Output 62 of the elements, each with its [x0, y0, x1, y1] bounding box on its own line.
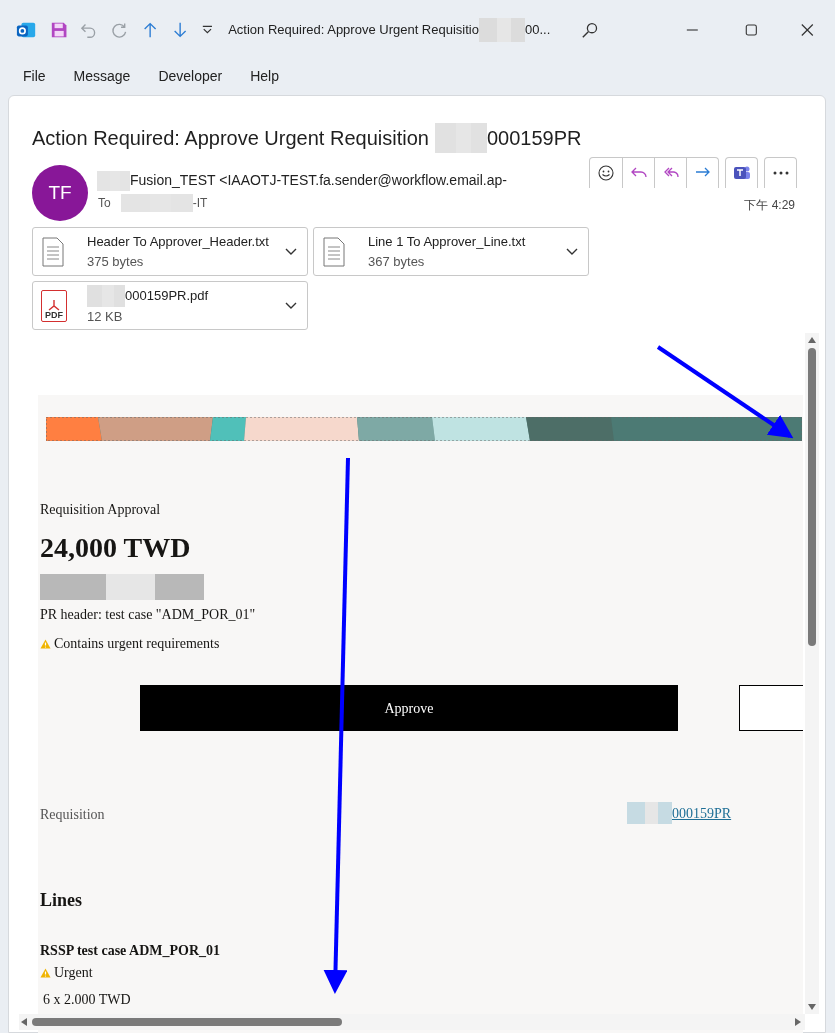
scrollbar-thumb[interactable]	[808, 348, 816, 646]
document-icon	[41, 236, 65, 267]
more-icon	[772, 171, 789, 175]
attachment-size: 375 bytes	[87, 252, 145, 271]
attachment-card[interactable]: Header To Approver_Header.txt 375 bytes	[32, 227, 308, 276]
approve-button[interactable]: Approve	[140, 685, 678, 731]
document-icon	[322, 236, 346, 267]
menu-item[interactable]: Help	[242, 64, 287, 89]
redacted-block	[97, 170, 130, 191]
message-subject: Action Required: Approve Urgent Requisition	[32, 126, 429, 151]
redacted-block	[87, 284, 125, 307]
menu-item[interactable]: Message	[65, 64, 139, 89]
to-label: To	[98, 195, 111, 212]
chevron-down-icon	[285, 301, 297, 310]
warning-text: Urgent	[54, 964, 93, 982]
scroll-right-icon[interactable]	[795, 1018, 801, 1026]
window-title: Action Required: Approve Urgent Requisitio	[228, 21, 479, 40]
message-time: 下午 4:29	[744, 197, 795, 214]
customize-dropdown-icon[interactable]	[201, 23, 215, 37]
attachment-name: Header To Approver_Header.txt	[87, 233, 269, 251]
redacted-block	[627, 802, 672, 824]
message-subject: 000159PR	[486, 126, 582, 151]
description-text: PR header: test case "ADM_POR_01"	[40, 606, 256, 624]
maximize-icon[interactable]	[743, 22, 759, 38]
pdf-label: PDF	[45, 310, 63, 320]
acrobat-icon	[47, 298, 61, 311]
teams-icon	[732, 164, 751, 182]
scroll-down-icon[interactable]	[808, 1004, 816, 1010]
horizontal-scrollbar[interactable]	[19, 1014, 805, 1030]
attachment-size: 367 bytes	[368, 252, 426, 271]
scrollbar-thumb[interactable]	[32, 1018, 342, 1026]
teams-button[interactable]	[725, 157, 758, 188]
vertical-scrollbar[interactable]	[805, 333, 819, 1014]
attachment-name: 000159PR.pdf	[125, 287, 209, 305]
menu-item[interactable]: Developer	[150, 64, 231, 89]
sender-avatar: TF	[32, 165, 88, 221]
secondary-button[interactable]	[739, 685, 803, 731]
chevron-down-icon	[566, 247, 578, 256]
requisition-label: Requisition	[40, 806, 105, 824]
scroll-up-icon[interactable]	[808, 337, 816, 343]
body-heading: Requisition Approval	[40, 501, 161, 519]
requisition-link[interactable]: 000159PR	[672, 802, 732, 824]
emoji-icon	[597, 164, 615, 182]
scroll-left-icon[interactable]	[21, 1018, 27, 1026]
line-title: RSSP test case ADM_POR_01	[40, 942, 221, 960]
attachment-size: 12 KB	[87, 307, 124, 326]
save-icon[interactable]	[50, 20, 69, 40]
attachment-card[interactable]: Line 1 To Approver_Line.txt 367 bytes	[313, 227, 589, 276]
window-title: 00...	[524, 21, 551, 40]
chevron-down-icon	[285, 247, 297, 256]
sender-address: Fusion_TEST <IAAOTJ-TEST.fa.sender@workflow.email.ap-	[130, 171, 507, 190]
attachment-name: Line 1 To Approver_Line.txt	[368, 233, 526, 251]
lines-heading: Lines	[40, 889, 82, 912]
line-quantity: 6 x 2.000 TWD	[43, 991, 131, 1009]
warning-text: Contains urgent requirements	[54, 635, 220, 653]
total-amount: 24,000 TWD	[40, 531, 191, 565]
search-icon[interactable]	[580, 20, 600, 40]
attachment-card[interactable]: PDF 000159PR.pdf 12 KB	[32, 281, 308, 330]
menu-item[interactable]: File	[15, 64, 54, 89]
redacted-block	[434, 123, 487, 153]
close-icon[interactable]	[800, 22, 815, 38]
recipient-name: -IT	[192, 195, 208, 212]
